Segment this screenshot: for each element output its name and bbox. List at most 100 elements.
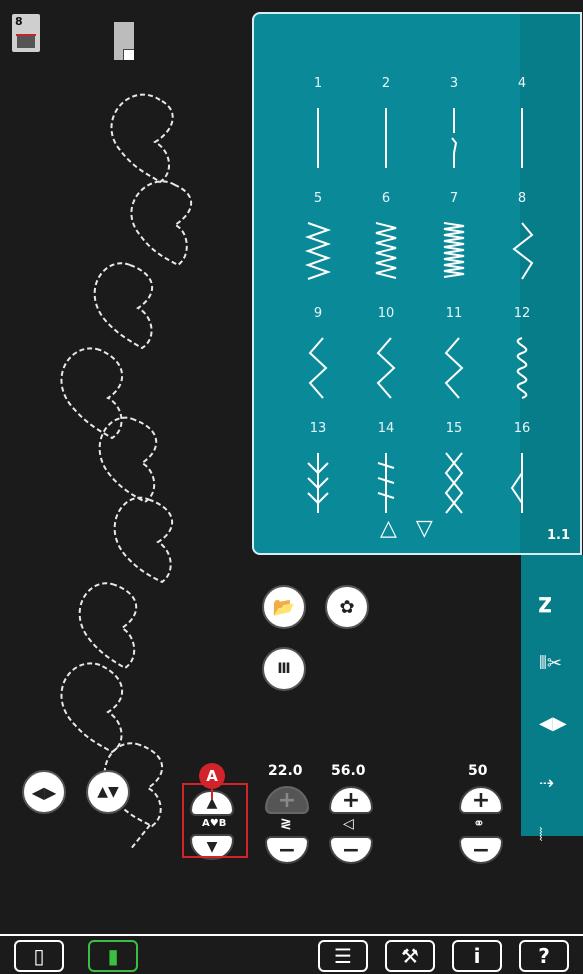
width-icon: ≷: [280, 816, 292, 832]
stitch-category-icon[interactable]: 𝐙: [539, 593, 567, 621]
settings-button[interactable]: ⚒: [385, 940, 435, 972]
folder-icon: 📂: [272, 596, 296, 618]
load-design-button[interactable]: 📂: [262, 585, 306, 629]
stitch-length-value: 56.0: [331, 763, 366, 779]
stitch-number: 7: [449, 191, 459, 206]
stitch-2[interactable]: 2: [356, 76, 416, 186]
scroll-up-icon[interactable]: △: [380, 516, 397, 541]
length-icon: ◁: [343, 816, 354, 832]
sewing-screen: 8 ◀▶ ▲▼ 12 3 4 5 6 7 8 9 10 11 12 13 14 15 16 △ …: [0, 0, 583, 974]
width-decrease-button[interactable]: −: [265, 836, 309, 864]
stitch-number: 12: [513, 306, 531, 321]
page-arrows: △ ▽: [380, 516, 433, 541]
stitch-pattern-icon: [307, 453, 329, 513]
cut-stitch-icon[interactable]: ⦀✂: [539, 653, 567, 681]
stitch-7[interactable]: 7: [424, 191, 484, 301]
stitch-8[interactable]: 8: [492, 191, 552, 301]
stitch-number: 13: [309, 421, 327, 436]
stitch-menu-number: 1.1: [546, 528, 570, 543]
sewing-mode-button[interactable]: ▯: [14, 940, 64, 972]
density-increase-button[interactable]: +: [459, 786, 503, 814]
stitch-pattern-icon: [512, 222, 534, 280]
taskbar: ▯ ▮ ☰ ⚒ i ?: [0, 934, 583, 974]
stitch-number: 15: [445, 421, 463, 436]
embroidery-mode-button[interactable]: ▮: [88, 940, 138, 972]
spiral-icon: ✿: [339, 596, 355, 618]
stitch-number: 2: [381, 76, 391, 91]
help-button[interactable]: ?: [519, 940, 569, 972]
stitch-pattern-icon: [377, 453, 395, 513]
free-motion-button[interactable]: ✿: [325, 585, 369, 629]
sequence-edit-icon[interactable]: ⇢: [539, 773, 567, 801]
mirror-side-button[interactable]: ◀▶: [22, 770, 66, 814]
menu-button[interactable]: ☰: [318, 940, 368, 972]
stitch-number: 16: [513, 421, 531, 436]
stitch-density-value: 50: [468, 763, 488, 779]
stitch-number: 4: [517, 76, 527, 91]
tension-button[interactable]: Ⅲ: [262, 647, 306, 691]
stitch-number: 14: [377, 421, 395, 436]
stitch-14[interactable]: 14: [356, 421, 416, 531]
stitch-symmetry-icon[interactable]: ◀▶: [539, 713, 567, 741]
stabilizer-icon[interactable]: [114, 22, 134, 60]
length-increase-button[interactable]: +: [329, 786, 373, 814]
stitch-1[interactable]: 1: [288, 76, 348, 186]
presser-foot-icon[interactable]: 8: [12, 14, 40, 52]
density-icon: ⚭: [473, 816, 485, 832]
stitch-3[interactable]: 3: [424, 76, 484, 186]
stitch-pattern-icon: [451, 108, 458, 168]
mirror-side-icon: ◀▶: [31, 782, 57, 802]
stitch-number: 3: [449, 76, 459, 91]
stitch-pattern-icon: [521, 108, 523, 168]
stitch-10[interactable]: 10: [356, 306, 416, 416]
stitch-number: 10: [377, 306, 395, 321]
info-icon: i: [473, 944, 481, 968]
stitch-width-value: 22.0: [268, 763, 303, 779]
stitch-preview: 8 ◀▶ ▲▼: [0, 0, 250, 851]
stitch-options-column: 𝐙 ⦀✂ ◀▶ ⇢ ⦚: [521, 555, 583, 846]
stitch-pattern-icon: [444, 337, 464, 399]
stitch-number: 1: [313, 76, 323, 91]
stitch-pattern-icon: [443, 222, 465, 278]
stitch-12[interactable]: 12: [492, 306, 552, 416]
stitch-number: 5: [313, 191, 323, 206]
sewing-mode-icon: ▯: [33, 944, 45, 968]
stitch-number: 9: [313, 306, 323, 321]
stitch-number: 6: [381, 191, 391, 206]
stitch-number: 11: [445, 306, 463, 321]
stitch-menu-panel: 1 2 3 4 5 6 7 8 9 10 11 12 13 14 15 16 △ ▽ 1.1: [252, 12, 582, 555]
callout-highlight-box: [182, 783, 248, 858]
tools-icon: ⚒: [401, 944, 419, 968]
mirror-end-icon: ▲▼: [97, 784, 119, 800]
help-icon: ?: [538, 944, 550, 968]
stitch-pattern-icon: [516, 337, 528, 399]
density-decrease-button[interactable]: −: [459, 836, 503, 864]
stitch-5[interactable]: 5: [288, 191, 348, 301]
callout-label-a: A: [199, 763, 225, 789]
embroidery-mode-icon: ▮: [107, 944, 119, 968]
mirror-end-button[interactable]: ▲▼: [86, 770, 130, 814]
list-icon: ☰: [334, 944, 352, 968]
scroll-down-icon[interactable]: ▽: [416, 516, 433, 541]
stitch-16[interactable]: 16: [492, 421, 552, 531]
stitch-13[interactable]: 13: [288, 421, 348, 531]
stitch-15[interactable]: 15: [424, 421, 484, 531]
stitch-pattern-icon: [308, 337, 328, 399]
stitch-11[interactable]: 11: [424, 306, 484, 416]
stitch-tie-icon[interactable]: ⦚: [539, 825, 567, 853]
stitch-pattern-icon: [317, 108, 319, 168]
length-decrease-button[interactable]: −: [329, 836, 373, 864]
tension-icon: Ⅲ: [277, 661, 291, 677]
stitch-4[interactable]: 4: [492, 76, 552, 186]
stitch-number: 8: [517, 191, 527, 206]
callout-connector: [211, 789, 213, 799]
stitch-pattern-icon: [510, 453, 523, 513]
stitch-pattern-icon: [304, 222, 332, 280]
width-increase-button[interactable]: +: [265, 786, 309, 814]
stitch-6[interactable]: 6: [356, 191, 416, 301]
stitch-pattern-icon: [375, 222, 397, 279]
stitch-9[interactable]: 9: [288, 306, 348, 416]
info-button[interactable]: i: [452, 940, 502, 972]
stitch-pattern-icon: [385, 108, 387, 168]
stitch-pattern-icon: [376, 337, 396, 399]
